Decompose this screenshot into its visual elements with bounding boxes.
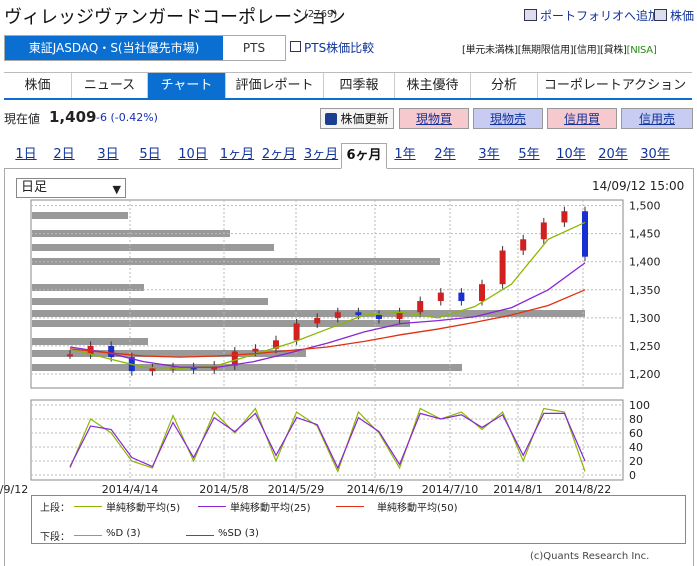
price-tick-label: 1,250 bbox=[629, 340, 661, 353]
legend-d-line bbox=[74, 535, 102, 536]
chart-legend: 上段： 単純移動平均(5) 単純移動平均(25) 単純移動平均(50) 下段： … bbox=[31, 495, 686, 544]
volume-profile-bar bbox=[32, 298, 268, 305]
legend-sd: %SD (3) bbox=[218, 528, 259, 539]
stock-chart: 1,200 1,250 1,300 1,350 1,400 1,450 1,500 0204… bbox=[0, 199, 661, 496]
candle-body bbox=[582, 211, 588, 257]
price-tick-label: 1,450 bbox=[629, 228, 661, 241]
stoch-tick-label: 20 bbox=[629, 455, 643, 468]
candle-body bbox=[108, 345, 115, 358]
stochastic-panel: 0204060801002014/4/14 2014/5/8 2014/5/29 20… bbox=[0, 399, 650, 496]
stoch-tick-label: 60 bbox=[629, 427, 643, 440]
candle-body bbox=[561, 211, 568, 223]
candle-body bbox=[540, 222, 547, 240]
x-tick-label: 2014/9/12 bbox=[0, 483, 28, 496]
candle-body bbox=[396, 312, 403, 319]
price-panel: 1,200 1,250 1,300 1,350 1,400 1,450 1,500 bbox=[30, 199, 661, 389]
volume-profile-bar bbox=[32, 320, 410, 327]
legend-ma25-line bbox=[198, 506, 226, 507]
candle-body bbox=[67, 354, 73, 357]
volume-profile-bar bbox=[32, 310, 585, 317]
legend-ma50-line bbox=[336, 506, 364, 507]
price-tick-label: 1,200 bbox=[629, 368, 661, 381]
legend-lower-label: 下段： bbox=[40, 532, 70, 543]
stoch-tick-label: 0 bbox=[629, 469, 636, 482]
volume-profile-bar bbox=[32, 364, 462, 371]
stoch-tick-label: 80 bbox=[629, 413, 643, 426]
legend-upper-label: 上段： bbox=[40, 503, 70, 514]
candle-body bbox=[314, 317, 321, 324]
candle-body bbox=[437, 292, 444, 302]
candle-body bbox=[231, 351, 238, 366]
legend-ma5-line bbox=[74, 506, 102, 507]
candle-body bbox=[458, 292, 465, 302]
price-tick-label: 1,500 bbox=[629, 200, 661, 213]
legend-sd-line bbox=[186, 535, 214, 536]
volume-profile-bar bbox=[32, 244, 274, 251]
candle-body bbox=[334, 312, 341, 318]
legend-ma5: 単純移動平均(5) bbox=[106, 503, 181, 514]
price-tick-label: 1,350 bbox=[629, 284, 661, 297]
price-tick-label: 1,300 bbox=[629, 312, 661, 325]
legend-ma25: 単純移動平均(25) bbox=[230, 503, 311, 514]
stoch-plot-area bbox=[30, 399, 624, 481]
volume-profile-bar bbox=[32, 338, 148, 345]
legend-d: %D (3) bbox=[106, 528, 141, 539]
candle-body bbox=[355, 312, 362, 316]
candle-body bbox=[499, 250, 506, 285]
candle-body bbox=[149, 368, 156, 372]
price-tick-label: 1,400 bbox=[629, 256, 661, 269]
price-plot-area bbox=[30, 199, 624, 389]
volume-profile-bar bbox=[32, 212, 128, 219]
candle-body bbox=[479, 284, 485, 302]
candle-body bbox=[293, 323, 300, 341]
candle-body bbox=[376, 315, 382, 319]
stoch-tick-label: 100 bbox=[629, 399, 650, 412]
copyright: (c)Quants Research Inc. bbox=[530, 551, 650, 562]
legend-ma50: 単純移動平均(50) bbox=[377, 503, 458, 514]
stoch-tick-label: 40 bbox=[629, 441, 643, 454]
candle-body bbox=[252, 348, 259, 352]
candle-body bbox=[417, 301, 424, 313]
candle-body bbox=[520, 239, 527, 251]
